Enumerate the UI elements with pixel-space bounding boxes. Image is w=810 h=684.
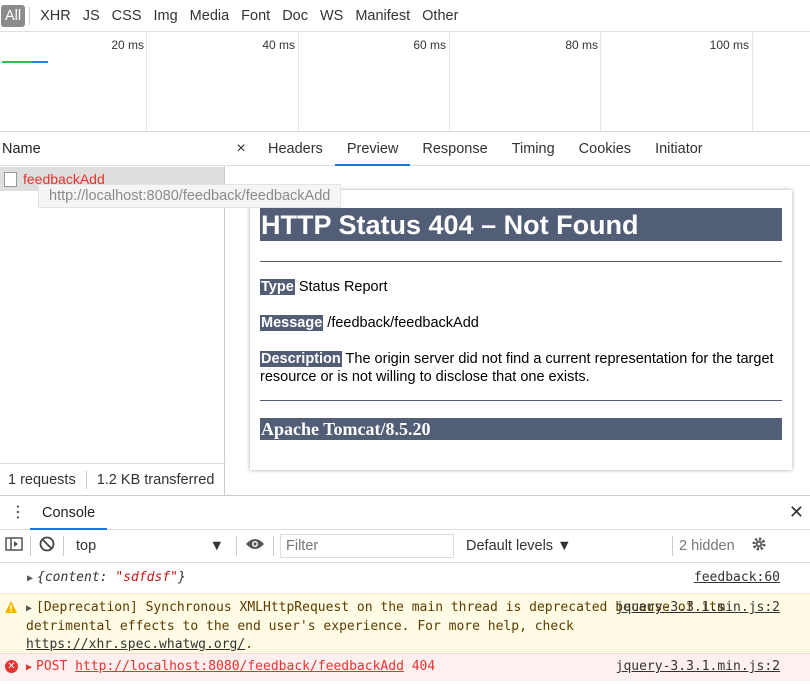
- context-selector[interactable]: top ▼: [70, 538, 230, 554]
- error-method: POST: [36, 659, 68, 674]
- toolbar-divider: [63, 536, 64, 556]
- network-summary-bar: 1 requests 1.2 KB transferred: [0, 463, 225, 495]
- timeline-gridline: [449, 32, 450, 132]
- chevron-down-icon: ▼: [209, 538, 224, 554]
- type-line: Type Status Report: [260, 278, 782, 296]
- divider: [260, 400, 782, 401]
- filter-manifest[interactable]: Manifest: [349, 5, 416, 27]
- timeline-label: 60 ms: [413, 38, 446, 52]
- gear-icon[interactable]: [749, 536, 769, 557]
- tab-preview[interactable]: Preview: [334, 132, 411, 166]
- tab-headers[interactable]: Headers: [256, 132, 335, 165]
- type-label: Type: [260, 279, 295, 295]
- filter-xhr[interactable]: XHR: [34, 5, 77, 27]
- console-log-message[interactable]: ▶ {content: "sdfdsf"} feedback:60: [0, 564, 810, 594]
- message-value: /feedback/feedbackAdd: [327, 315, 479, 331]
- description-line: Description The origin server did not fi…: [260, 350, 782, 386]
- context-value: top: [76, 538, 97, 554]
- error-source-link[interactable]: jquery-3.3.1.min.js:2: [616, 659, 780, 674]
- filter-media[interactable]: Media: [184, 5, 236, 27]
- hidden-count: 2 hidden: [679, 538, 735, 554]
- warning-source-link[interactable]: jquery-3.3.1.min.js:2: [616, 599, 780, 617]
- network-filter-bar: All XHR JS CSS Img Media Font Doc WS Man…: [0, 0, 810, 32]
- expand-triangle-icon[interactable]: ▶: [26, 662, 32, 673]
- console-filter-input[interactable]: [280, 534, 454, 558]
- description-label: Description: [260, 351, 342, 367]
- error-status-code: 404: [411, 659, 436, 674]
- name-column-header[interactable]: Name: [0, 132, 225, 166]
- log-text-pre: {content:: [37, 570, 116, 585]
- toolbar-divider: [672, 536, 673, 556]
- type-value: Status Report: [298, 279, 388, 295]
- console-warning-message[interactable]: ▶ [Deprecation] Synchronous XMLHttpReques…: [0, 594, 810, 652]
- expand-triangle-icon[interactable]: ▶: [26, 600, 32, 618]
- timeline-waiting-bar: [2, 61, 32, 63]
- tab-console[interactable]: Console: [30, 496, 108, 530]
- timeline-download-bar: [32, 61, 48, 63]
- eye-icon[interactable]: [243, 537, 267, 556]
- message-label: Message: [260, 315, 324, 331]
- warning-icon: [5, 601, 17, 613]
- filter-css[interactable]: CSS: [106, 5, 148, 27]
- close-drawer-icon[interactable]: ✕: [789, 502, 804, 523]
- more-options-icon[interactable]: ⋮: [10, 505, 26, 521]
- filter-font[interactable]: Font: [235, 5, 276, 27]
- filter-all[interactable]: All: [1, 4, 26, 27]
- summary-divider: [85, 470, 87, 489]
- timeline-label: 40 ms: [262, 38, 295, 52]
- expand-triangle-icon[interactable]: ▶: [27, 573, 33, 584]
- timeline-gridline: [752, 32, 753, 132]
- filter-js[interactable]: JS: [77, 5, 106, 27]
- filter-ws[interactable]: WS: [314, 5, 349, 27]
- requests-count: 1 requests: [8, 471, 76, 488]
- warning-help-link[interactable]: https://xhr.spec.whatwg.org/: [26, 637, 245, 652]
- timeline-label: 100 ms: [709, 38, 749, 52]
- error-icon: ✕: [5, 660, 18, 673]
- log-levels-dropdown[interactable]: Default levels ▼: [466, 538, 666, 554]
- document-icon: [4, 172, 17, 187]
- sidebar-toggle-icon[interactable]: [4, 536, 24, 557]
- tab-response[interactable]: Response: [410, 132, 499, 165]
- divider: [260, 261, 782, 262]
- timeline-overview[interactable]: 20 ms 40 ms 60 ms 80 ms 100 ms: [0, 32, 810, 132]
- timeline-label: 20 ms: [111, 38, 144, 52]
- clear-console-icon[interactable]: [37, 536, 57, 557]
- error-title: HTTP Status 404 – Not Found: [260, 208, 782, 241]
- console-toolbar: top ▼ Default levels ▼ 2 hidden: [0, 530, 810, 563]
- filter-img[interactable]: Img: [148, 5, 184, 27]
- message-line: Message /feedback/feedbackAdd: [260, 314, 782, 332]
- log-text-post: }: [177, 570, 186, 585]
- drawer-header: ⋮ Console ✕: [0, 495, 810, 530]
- toolbar-divider: [30, 536, 31, 556]
- timeline-gridline: [146, 32, 147, 132]
- server-footer: Apache Tomcat/8.5.20: [260, 418, 782, 440]
- timeline-gridline: [600, 32, 601, 132]
- log-text-string: "sdfdsf": [115, 570, 178, 585]
- tab-cookies[interactable]: Cookies: [567, 132, 643, 165]
- filter-doc[interactable]: Doc: [276, 5, 314, 27]
- log-source-link[interactable]: feedback:60: [694, 570, 780, 585]
- close-icon[interactable]: ×: [226, 132, 256, 165]
- timeline-label: 80 ms: [565, 38, 598, 52]
- toolbar-divider: [273, 536, 274, 556]
- toolbar-divider: [236, 536, 237, 556]
- error-url-link[interactable]: http://localhost:8080/feedback/feedbackA…: [75, 659, 404, 674]
- filter-other[interactable]: Other: [416, 5, 464, 27]
- tab-timing[interactable]: Timing: [500, 132, 567, 165]
- response-preview: HTTP Status 404 – Not Found Type Status …: [250, 190, 792, 470]
- transferred-size: 1.2 KB transferred: [96, 471, 215, 488]
- console-error-message[interactable]: ✕ ▶ POST http://localhost:8080/feedback/f…: [0, 653, 810, 681]
- timeline-gridline: [298, 32, 299, 132]
- detail-tabs: × Headers Preview Response Timing Cookie…: [226, 132, 810, 166]
- request-url-tooltip: http://localhost:8080/feedback/feedbackA…: [38, 184, 342, 208]
- tab-initiator[interactable]: Initiator: [643, 132, 715, 165]
- filter-divider: [29, 6, 31, 25]
- warning-tail: .: [245, 637, 253, 652]
